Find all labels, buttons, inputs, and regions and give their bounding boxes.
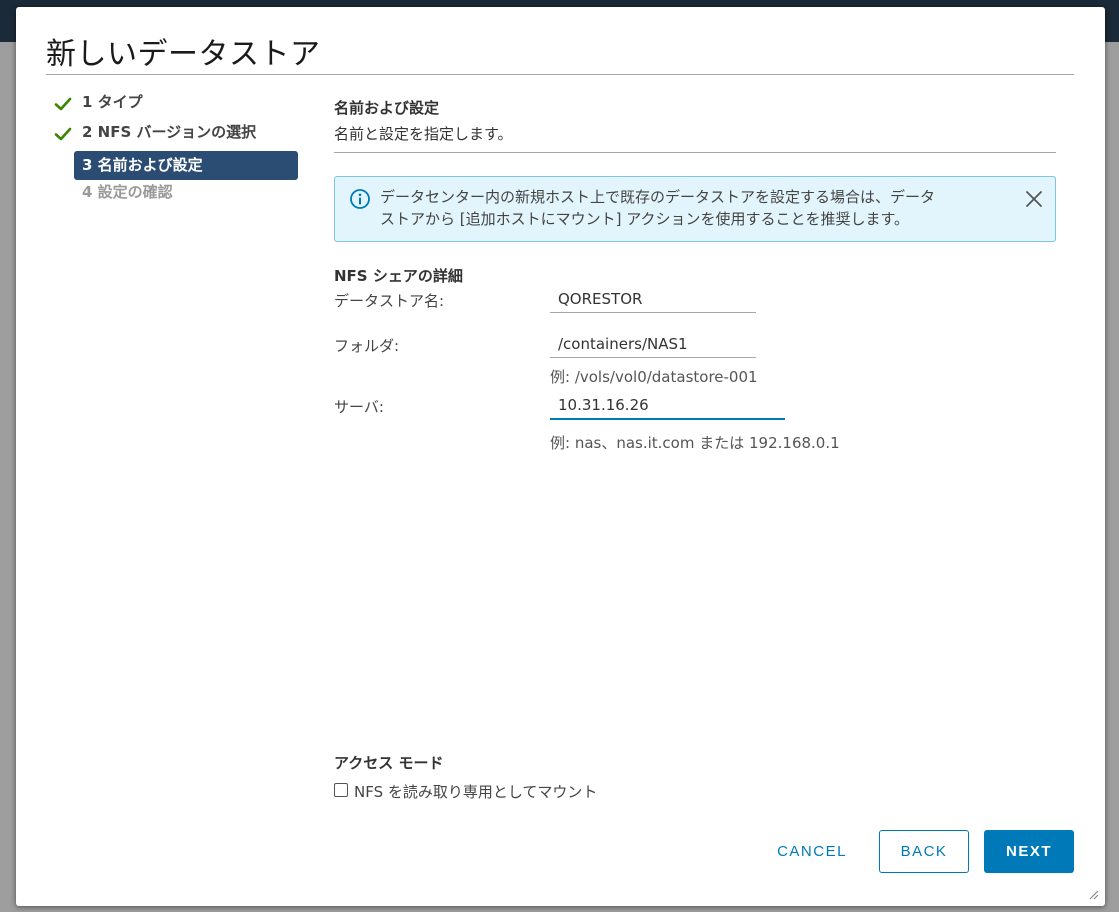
back-button[interactable]: BACK <box>879 830 969 873</box>
server-hint: 例: nas、nas.it.com または 192.168.0.1 <box>550 434 840 452</box>
step-4-review: 4 設定の確認 <box>54 182 314 212</box>
alert-text: データセンター内の新規ホスト上で既存のデータストアを設定する場合は、データ スト… <box>380 186 1000 230</box>
folder-input[interactable] <box>550 331 756 358</box>
folder-hint: 例: /vols/vol0/datastore-001 <box>550 368 758 386</box>
nfs-share-details-title: NFS シェアの詳細 <box>334 267 463 285</box>
step-label: 4 設定の確認 <box>82 183 173 201</box>
step-label: 1 タイプ <box>82 93 143 111</box>
check-icon <box>54 97 72 111</box>
server-label: サーバ: <box>334 398 384 416</box>
title-divider <box>46 74 1074 75</box>
new-datastore-dialog: 新しいデータストア 1 タイプ 2 NFS バージョンの選択 3 名前および設定… <box>16 7 1105 906</box>
step-label: 3 名前および設定 <box>74 151 298 180</box>
cancel-button[interactable]: CANCEL <box>762 830 862 873</box>
check-icon <box>54 127 72 141</box>
info-alert: データセンター内の新規ホスト上で既存のデータストアを設定する場合は、データ スト… <box>334 176 1056 242</box>
readonly-checkbox-label: NFS を読み取り専用としてマウント <box>354 783 598 801</box>
content-divider <box>334 152 1056 153</box>
folder-label: フォルダ: <box>334 337 400 355</box>
access-mode-title: アクセス モード <box>334 754 444 772</box>
readonly-checkbox[interactable] <box>334 783 348 797</box>
wizard-steps: 1 タイプ 2 NFS バージョンの選択 3 名前および設定 4 設定の確認 <box>54 92 314 212</box>
info-icon <box>350 189 370 209</box>
section-description: 名前と設定を指定します。 <box>334 125 513 143</box>
step-3-name-settings[interactable]: 3 名前および設定 <box>54 151 314 182</box>
step-label: 2 NFS バージョンの選択 <box>82 123 257 141</box>
next-button[interactable]: NEXT <box>984 830 1074 873</box>
step-2-nfs-version[interactable]: 2 NFS バージョンの選択 <box>54 122 314 152</box>
alert-line-1: データセンター内の新規ホスト上で既存のデータストアを設定する場合は、データ <box>380 188 936 206</box>
close-icon[interactable] <box>1023 188 1045 210</box>
datastore-name-label: データストア名: <box>334 292 445 310</box>
server-input[interactable] <box>550 392 785 420</box>
datastore-name-input[interactable] <box>550 286 756 313</box>
dialog-title: 新しいデータストア <box>46 37 321 72</box>
step-1-type[interactable]: 1 タイプ <box>54 92 314 122</box>
resize-handle-icon[interactable] <box>1087 888 1099 900</box>
alert-line-2: ストアから [追加ホストにマウント] アクションを使用することを推奨します。 <box>380 210 909 228</box>
section-title: 名前および設定 <box>334 99 440 117</box>
